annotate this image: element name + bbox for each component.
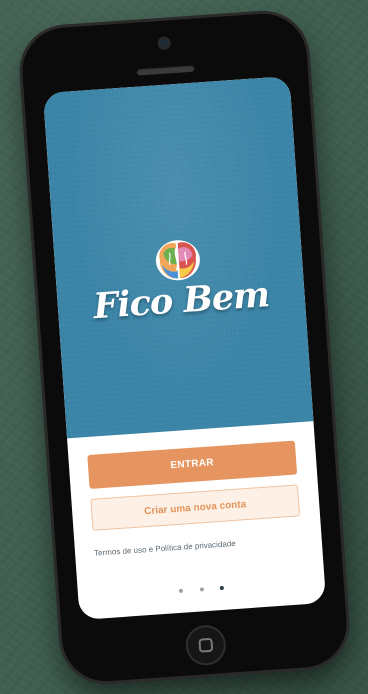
- background: Fico Bem ENTRAR Criar uma nova conta Ter…: [0, 0, 368, 694]
- page-dot-3-active[interactable]: [219, 585, 224, 591]
- terms-privacy-link[interactable]: Termos de uso e Política de privacidade: [94, 539, 236, 558]
- app-screen: Fico Bem ENTRAR Criar uma nova conta Ter…: [42, 76, 327, 620]
- app-logo-text: Fico Bem: [92, 274, 271, 328]
- page-dot-1[interactable]: [178, 588, 184, 593]
- create-account-button[interactable]: Criar uma nova conta: [90, 484, 301, 531]
- page-indicator: [77, 570, 325, 605]
- earpiece-speaker: [135, 64, 195, 76]
- front-camera: [158, 38, 169, 49]
- home-button-icon[interactable]: [183, 623, 227, 667]
- splash-header: Fico Bem: [42, 76, 314, 439]
- page-dot-2[interactable]: [199, 587, 204, 592]
- home-square-icon: [197, 637, 213, 653]
- login-button[interactable]: ENTRAR: [87, 440, 298, 489]
- phone-frame: Fico Bem ENTRAR Criar uma nova conta Ter…: [19, 10, 350, 685]
